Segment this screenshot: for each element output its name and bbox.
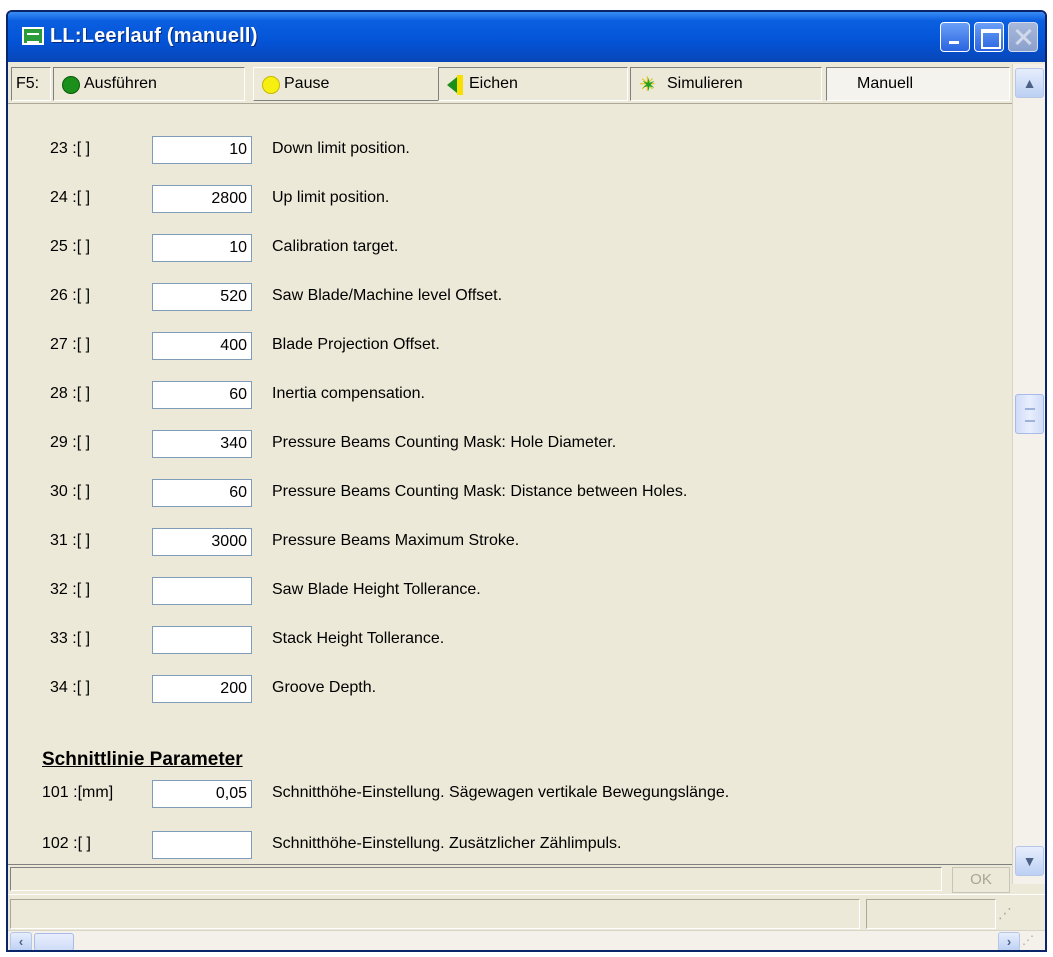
calibrate-button[interactable]: Eichen (438, 67, 628, 101)
param-description: Inertia compensation. (272, 385, 425, 402)
param-description: Blade Projection Offset. (272, 336, 440, 353)
command-toolbar: F5: Ausführen Pause Eichen Simulieren Ma… (8, 64, 1012, 104)
simulate-label: Simulieren (667, 75, 743, 92)
param-description: Pressure Beams Maximum Stroke. (272, 532, 520, 549)
param-description: Pressure Beams Counting Mask: Hole Diame… (272, 434, 617, 451)
yellow-circle-icon (262, 76, 280, 94)
manual-mode-button[interactable]: Manuell (826, 67, 1010, 101)
run-label: Ausführen (84, 75, 157, 92)
param-number: 29 :[ ] (50, 434, 91, 451)
param-number: 23 :[ ] (50, 140, 91, 157)
param-description: Stack Height Tollerance. (272, 630, 445, 647)
param-value-field[interactable] (152, 831, 252, 859)
status-pane-secondary (866, 899, 996, 929)
param-value-field[interactable]: 520 (152, 283, 252, 311)
vertical-scrollbar[interactable]: ▲ ▼ (1012, 64, 1045, 884)
param-value-field[interactable] (152, 626, 252, 654)
status-bar: ⋰ (8, 894, 1045, 930)
horizontal-scrollbar[interactable]: ‹ › ⋰ (8, 930, 1045, 950)
param-description: Down limit position. (272, 140, 410, 157)
minimize-button[interactable] (940, 22, 970, 52)
param-number: 25 :[ ] (50, 238, 91, 255)
calibrate-arrow-icon (447, 75, 465, 95)
param-number: 30 :[ ] (50, 483, 91, 500)
scroll-left-button[interactable]: ‹ (10, 932, 32, 950)
param-value-field[interactable]: 3000 (152, 528, 252, 556)
scroll-right-button[interactable]: › (998, 932, 1020, 950)
bottom-panel: OK (8, 864, 1012, 894)
horizontal-scroll-thumb[interactable] (34, 933, 74, 950)
maximize-button[interactable] (974, 22, 1004, 52)
run-button[interactable]: Ausführen (53, 67, 245, 101)
param-description: Saw Blade/Machine level Offset. (272, 287, 503, 304)
param-number: 34 :[ ] (50, 679, 91, 696)
close-button[interactable] (1008, 22, 1038, 52)
param-description: Saw Blade Height Tollerance. (272, 581, 481, 598)
resize-grip-icon[interactable]: ⋰ (998, 905, 1012, 925)
size-grip-icon[interactable]: ⋰ (1022, 933, 1034, 947)
window-title: LL:Leerlauf (manuell) (50, 25, 258, 47)
param-description: Pressure Beams Counting Mask: Distance b… (272, 483, 688, 500)
param-number: 28 :[ ] (50, 385, 91, 402)
param-value-field[interactable]: 0,05 (152, 780, 252, 808)
param-number: 26 :[ ] (50, 287, 91, 304)
param-number: 101 :[mm] (42, 784, 114, 801)
param-number: 32 :[ ] (50, 581, 91, 598)
application-window: LL:Leerlauf (manuell) F5: Ausführen Paus… (6, 10, 1047, 952)
calibrate-label: Eichen (469, 75, 518, 92)
param-number: 102 :[ ] (42, 835, 91, 852)
param-number: 27 :[ ] (50, 336, 91, 353)
status-pane-main (10, 899, 860, 929)
param-number: 33 :[ ] (50, 630, 91, 647)
param-description: Calibration target. (272, 238, 399, 255)
param-value-field[interactable]: 60 (152, 479, 252, 507)
pause-label: Pause (284, 75, 330, 92)
param-value-field[interactable]: 60 (152, 381, 252, 409)
param-value-field[interactable]: 340 (152, 430, 252, 458)
param-value-field[interactable]: 10 (152, 136, 252, 164)
pause-button[interactable]: Pause (253, 67, 442, 101)
param-value-field[interactable]: 400 (152, 332, 252, 360)
simulate-star-icon (639, 74, 661, 96)
param-value-field[interactable]: 200 (152, 675, 252, 703)
hotkey-label: F5: (11, 67, 51, 101)
parameter-list: 23 :[ ] 10 Down limit position. 24 :[ ] … (8, 104, 1012, 864)
param-number: 24 :[ ] (50, 189, 91, 206)
param-description: Schnitthöhe-Einstellung. Sägewagen verti… (272, 784, 730, 801)
progress-field (10, 867, 942, 891)
app-icon (22, 27, 44, 45)
scroll-thumb[interactable] (1015, 394, 1044, 434)
param-value-field[interactable] (152, 577, 252, 605)
scroll-down-button[interactable]: ▼ (1015, 846, 1044, 876)
param-number: 31 :[ ] (50, 532, 91, 549)
ok-button[interactable]: OK (952, 867, 1010, 893)
param-value-field[interactable]: 2800 (152, 185, 252, 213)
param-description: Groove Depth. (272, 679, 377, 696)
scroll-up-button[interactable]: ▲ (1015, 68, 1044, 98)
title-bar[interactable]: LL:Leerlauf (manuell) (8, 12, 1045, 62)
section-heading: Schnittlinie Parameter (42, 749, 243, 770)
simulate-button[interactable]: Simulieren (630, 67, 822, 101)
param-value-field[interactable]: 10 (152, 234, 252, 262)
param-description: Schnitthöhe-Einstellung. Zusätzlicher Zä… (272, 835, 622, 852)
param-description: Up limit position. (272, 189, 390, 206)
manual-label: Manuell (857, 75, 914, 92)
green-circle-icon (62, 76, 80, 94)
